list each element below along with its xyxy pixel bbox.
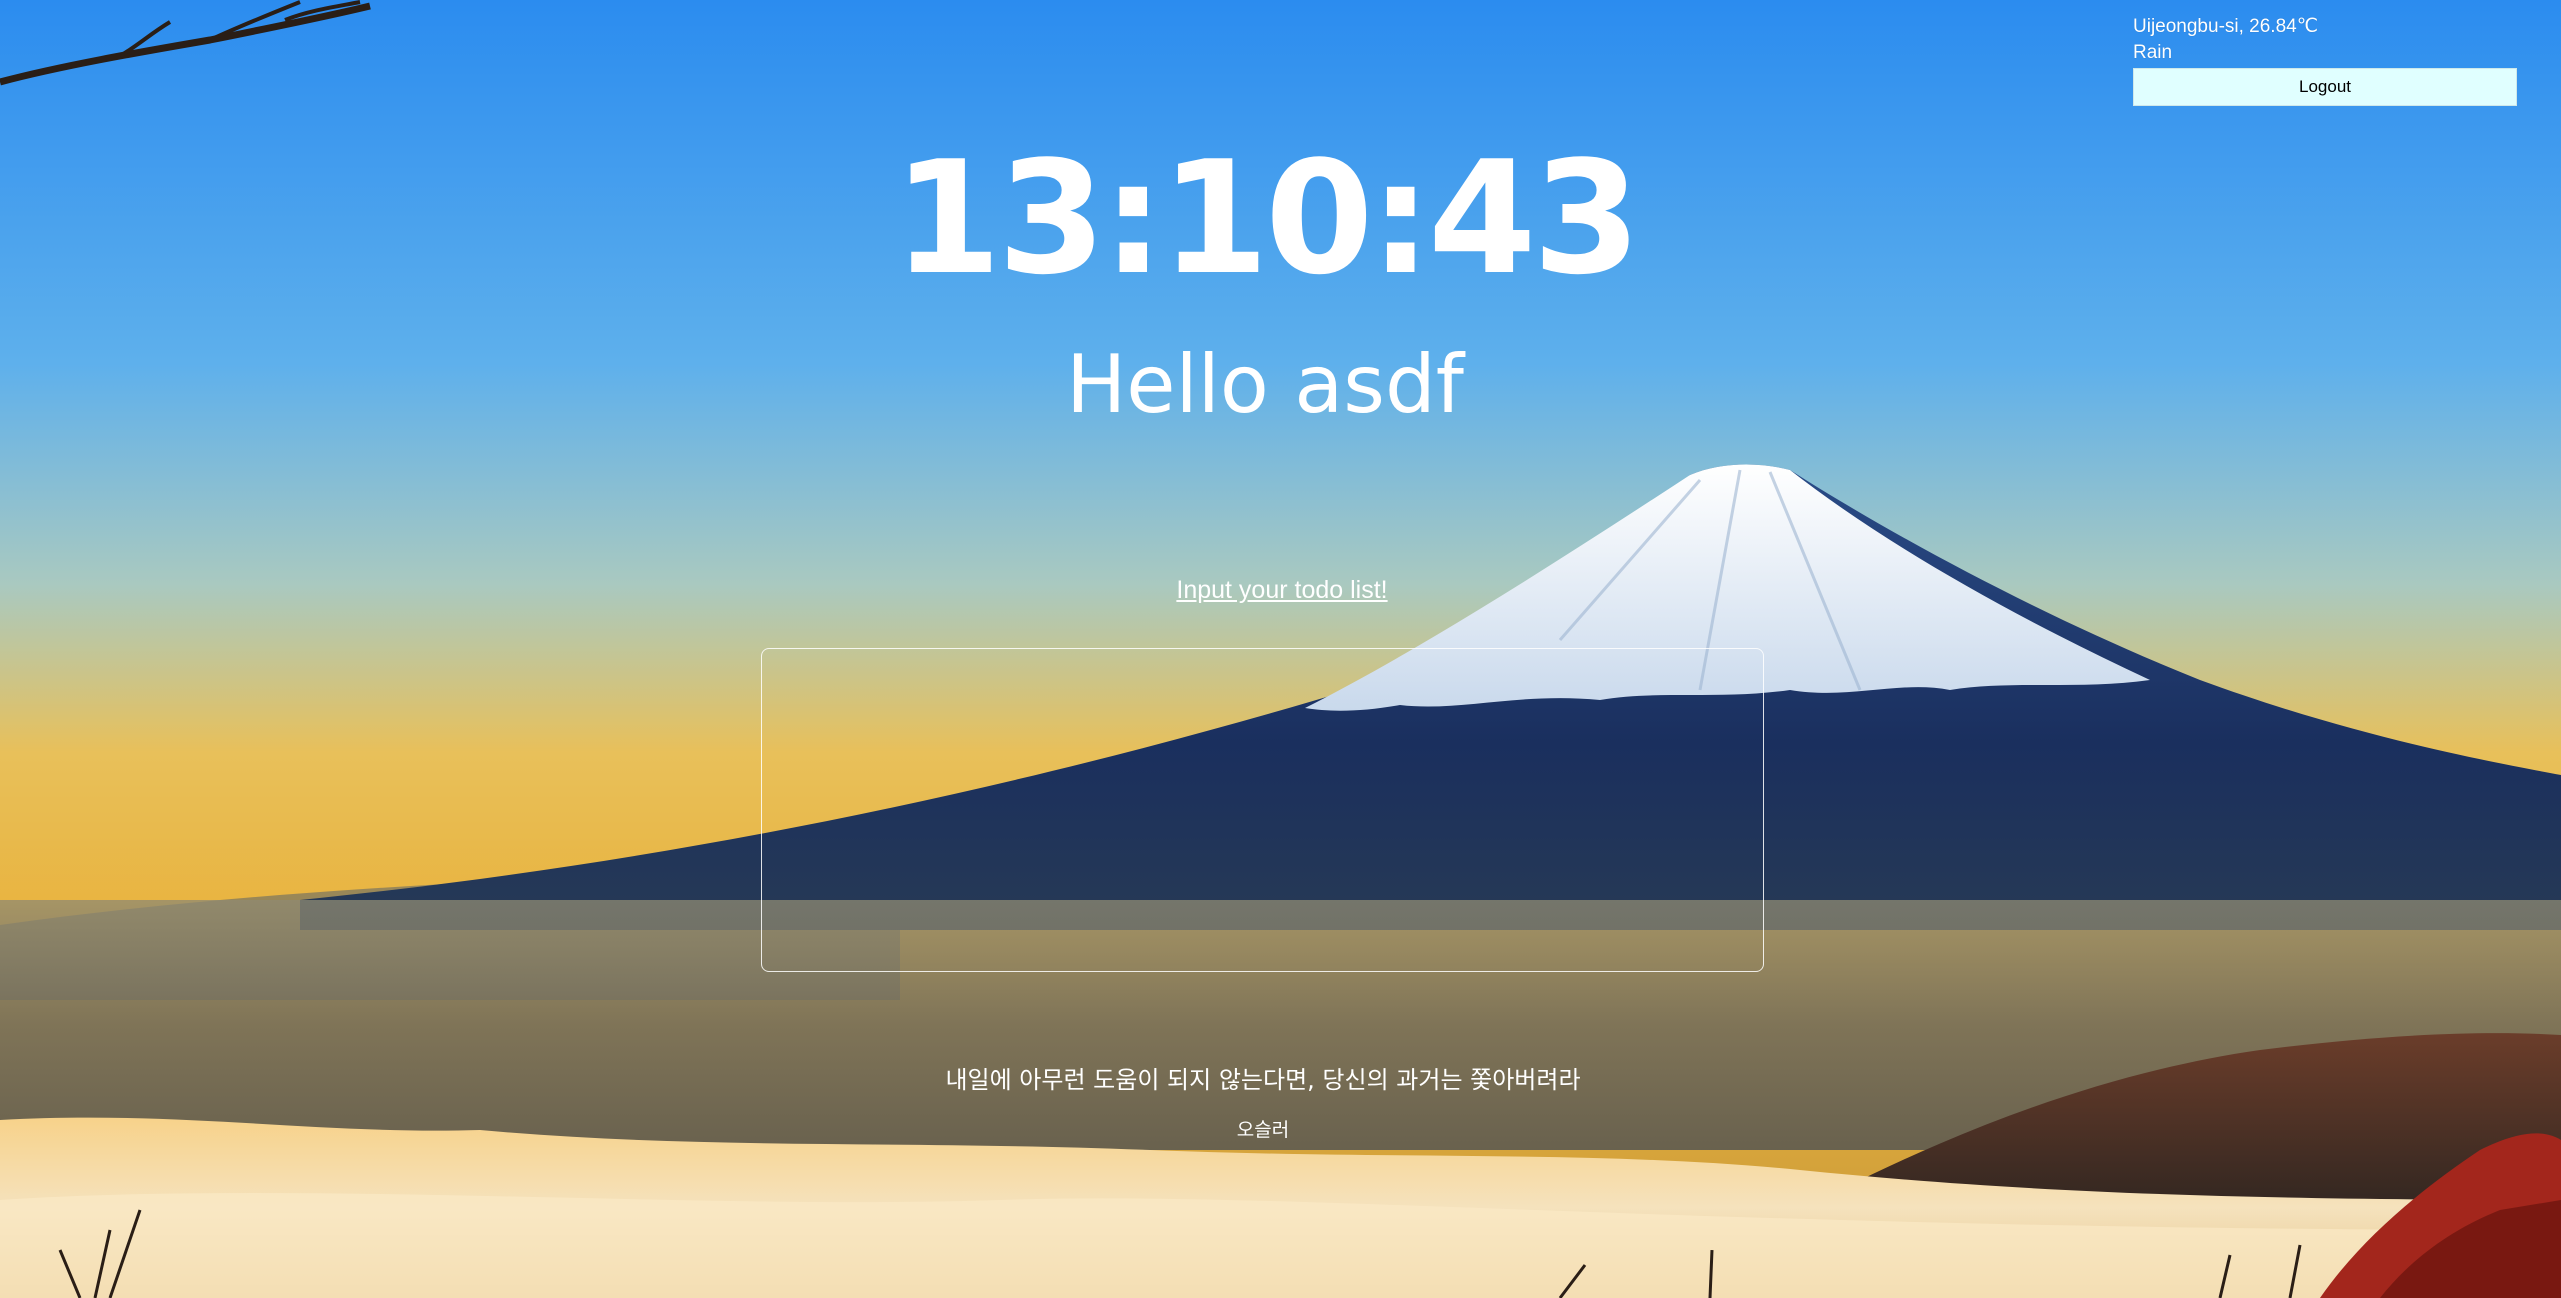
quote-text: 내일에 아무런 도움이 되지 않는다면, 당신의 과거는 쫓아버려라: [945, 1066, 1581, 1094]
clock-time: 13:10:43: [892, 127, 1641, 309]
greeting-text: Hello asdf: [1066, 338, 1464, 431]
weather-condition: Rain: [2133, 42, 2173, 63]
weather-panel: Uijeongbu-si, 26.84℃ Rain Logout: [2133, 14, 2517, 106]
page: Uijeongbu-si, 26.84℃ Rain Logout 13:10:4…: [0, 0, 2561, 1298]
todo-input-link[interactable]: Input your todo list!: [1176, 576, 1387, 604]
weather-location-temp: Uijeongbu-si, 26.84℃: [2133, 16, 2319, 37]
todo-list-box[interactable]: [761, 648, 1764, 972]
logout-button[interactable]: Logout: [2133, 68, 2517, 106]
todo-prompt: Input your todo list!: [0, 576, 2561, 605]
quote-author: 오슬러: [1236, 1119, 1290, 1141]
